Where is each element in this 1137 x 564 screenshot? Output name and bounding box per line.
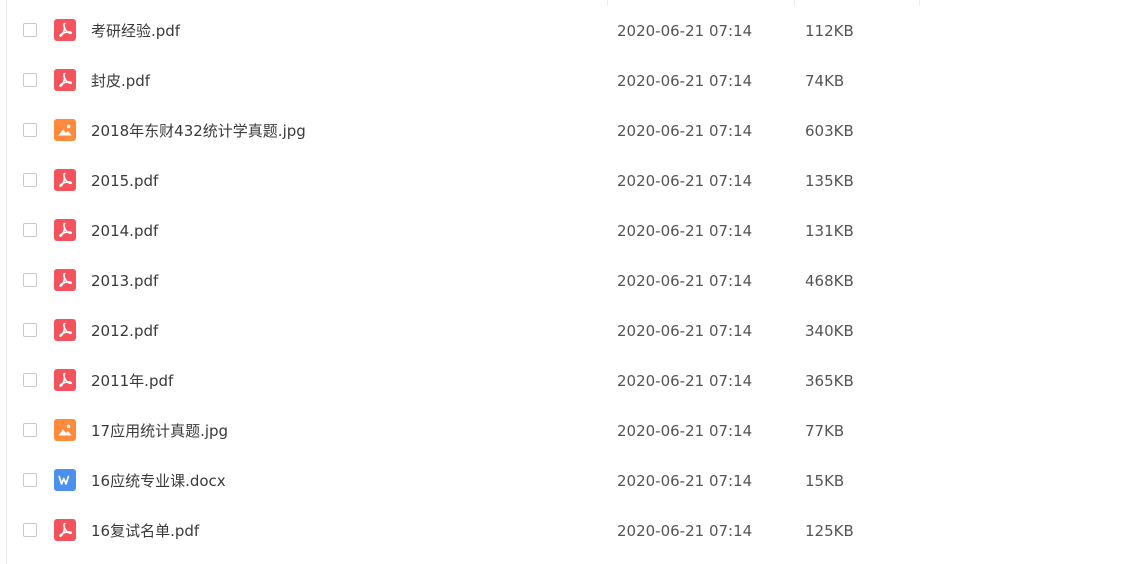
image-file-icon [54,119,76,141]
image-file-icon [54,419,76,441]
row-checkbox[interactable] [23,523,37,537]
file-row[interactable]: 2012.pdf 2020-06-21 07:14 340KB [7,306,1137,356]
pdf-file-icon [54,19,76,41]
file-modified-date: 2020-06-21 07:14 [617,422,753,440]
row-checkbox[interactable] [23,373,37,387]
file-name[interactable]: 2018年东财432统计学真题.jpg [91,121,306,141]
file-modified-date: 2020-06-21 07:14 [617,522,753,540]
file-name[interactable]: 2014.pdf [91,221,158,241]
file-size: 365KB [805,372,854,390]
row-checkbox[interactable] [23,23,37,37]
file-modified-date: 2020-06-21 07:14 [617,122,753,140]
file-row[interactable]: 2011年.pdf 2020-06-21 07:14 365KB [7,356,1137,406]
file-row[interactable]: 2014.pdf 2020-06-21 07:14 131KB [7,206,1137,256]
word-file-icon [54,469,76,491]
file-name[interactable]: 2015.pdf [91,171,158,191]
file-modified-date: 2020-06-21 07:14 [617,172,753,190]
column-divider-size [794,0,795,5]
row-checkbox[interactable] [23,273,37,287]
file-row[interactable]: 16复试名单.pdf 2020-06-21 07:14 125KB [7,506,1137,556]
column-divider-end [919,0,920,5]
pdf-file-icon [54,219,76,241]
file-size: 131KB [805,222,854,240]
row-checkbox[interactable] [23,223,37,237]
file-row[interactable]: 2013.pdf 2020-06-21 07:14 468KB [7,256,1137,306]
pdf-file-icon [54,69,76,91]
row-checkbox[interactable] [23,323,37,337]
file-modified-date: 2020-06-21 07:14 [617,272,753,290]
column-divider-date [607,0,608,5]
file-modified-date: 2020-06-21 07:14 [617,372,753,390]
file-size: 15KB [805,472,845,490]
file-name[interactable]: 16应统专业课.docx [91,471,226,491]
file-row[interactable]: 16应统专业课.docx 2020-06-21 07:14 15KB [7,456,1137,506]
file-name[interactable]: 2011年.pdf [91,371,173,391]
file-modified-date: 2020-06-21 07:14 [617,472,753,490]
file-row[interactable]: 封皮.pdf 2020-06-21 07:14 74KB [7,56,1137,106]
file-size: 125KB [805,522,854,540]
file-modified-date: 2020-06-21 07:14 [617,72,753,90]
file-name[interactable]: 考研经验.pdf [91,21,180,41]
file-size: 135KB [805,172,854,190]
file-name[interactable]: 2013.pdf [91,271,158,291]
file-row[interactable]: 2018年东财432统计学真题.jpg 2020-06-21 07:14 603… [7,106,1137,156]
file-size: 603KB [805,122,854,140]
file-size: 468KB [805,272,854,290]
file-list: 考研经验.pdf 2020-06-21 07:14 112KB 封皮.pdf 2… [7,6,1137,556]
row-checkbox[interactable] [23,123,37,137]
file-size: 74KB [805,72,845,90]
file-row[interactable]: 17应用统计真题.jpg 2020-06-21 07:14 77KB [7,406,1137,456]
file-name[interactable]: 2012.pdf [91,321,158,341]
file-list-panel: 考研经验.pdf 2020-06-21 07:14 112KB 封皮.pdf 2… [6,0,1137,564]
pdf-file-icon [54,519,76,541]
file-size: 77KB [805,422,845,440]
file-size: 112KB [805,22,854,40]
pdf-file-icon [54,369,76,391]
file-modified-date: 2020-06-21 07:14 [617,222,753,240]
file-name[interactable]: 16复试名单.pdf [91,521,199,541]
pdf-file-icon [54,169,76,191]
file-name[interactable]: 17应用统计真题.jpg [91,421,228,441]
row-checkbox[interactable] [23,423,37,437]
file-size: 340KB [805,322,854,340]
file-modified-date: 2020-06-21 07:14 [617,22,753,40]
file-modified-date: 2020-06-21 07:14 [617,322,753,340]
row-checkbox[interactable] [23,473,37,487]
row-checkbox[interactable] [23,73,37,87]
pdf-file-icon [54,319,76,341]
row-checkbox[interactable] [23,173,37,187]
pdf-file-icon [54,269,76,291]
file-row[interactable]: 2015.pdf 2020-06-21 07:14 135KB [7,156,1137,206]
file-name[interactable]: 封皮.pdf [91,71,150,91]
file-row[interactable]: 考研经验.pdf 2020-06-21 07:14 112KB [7,6,1137,56]
